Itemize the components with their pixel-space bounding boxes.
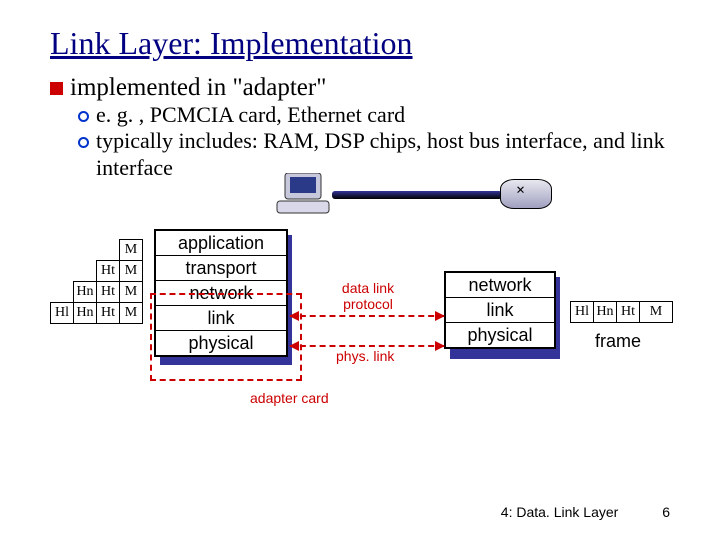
- data-link-protocol-label: data link protocol: [328, 281, 408, 312]
- sub-bullet-row-1: e. g. , PCMCIA card, Ethernet card: [78, 102, 670, 128]
- main-bullet-text: implemented in "adapter": [70, 74, 326, 102]
- right-headers-table: HlHnHtM: [570, 301, 673, 323]
- main-bullet-row: implemented in "adapter": [50, 74, 670, 102]
- adapter-card-outline: [150, 293, 302, 381]
- phys-link-arrow: [290, 345, 444, 347]
- left-headers-table: M HtM HnHtM HlHnHtM: [50, 239, 143, 324]
- network-link-line: [332, 191, 502, 199]
- adapter-card-label: adapter card: [250, 391, 329, 406]
- red-square-bullet-icon: [50, 82, 63, 95]
- page-title: Link Layer: Implementation: [50, 25, 670, 62]
- page-number: 6: [662, 504, 670, 520]
- sub-bullet-text-2: typically includes: RAM, DSP chips, host…: [96, 128, 670, 181]
- frame-label: frame: [595, 331, 641, 352]
- layer-transport: transport: [156, 256, 286, 281]
- router-icon: ×: [500, 179, 552, 209]
- footer-section: 4: Data. Link Layer: [501, 504, 619, 520]
- layer-application: application: [156, 231, 286, 256]
- computer-icon: [275, 173, 331, 215]
- diagram-area: × M HtM HnHtM HlHnHtM application transp…: [50, 181, 670, 461]
- sub-bullet-text-1: e. g. , PCMCIA card, Ethernet card: [96, 102, 405, 128]
- layer-network-right: network: [446, 273, 554, 298]
- phys-link-label: phys. link: [336, 349, 394, 364]
- sub-bullet-row-2: typically includes: RAM, DSP chips, host…: [78, 128, 670, 181]
- data-link-protocol-arrow: [290, 315, 444, 317]
- right-layer-stack: network link physical: [444, 271, 556, 349]
- blue-circle-bullet-icon: [78, 111, 89, 122]
- footer: 4: Data. Link Layer 6: [501, 504, 670, 520]
- blue-circle-bullet-icon: [78, 137, 89, 148]
- layer-physical-right: physical: [446, 323, 554, 347]
- layer-link-right: link: [446, 298, 554, 323]
